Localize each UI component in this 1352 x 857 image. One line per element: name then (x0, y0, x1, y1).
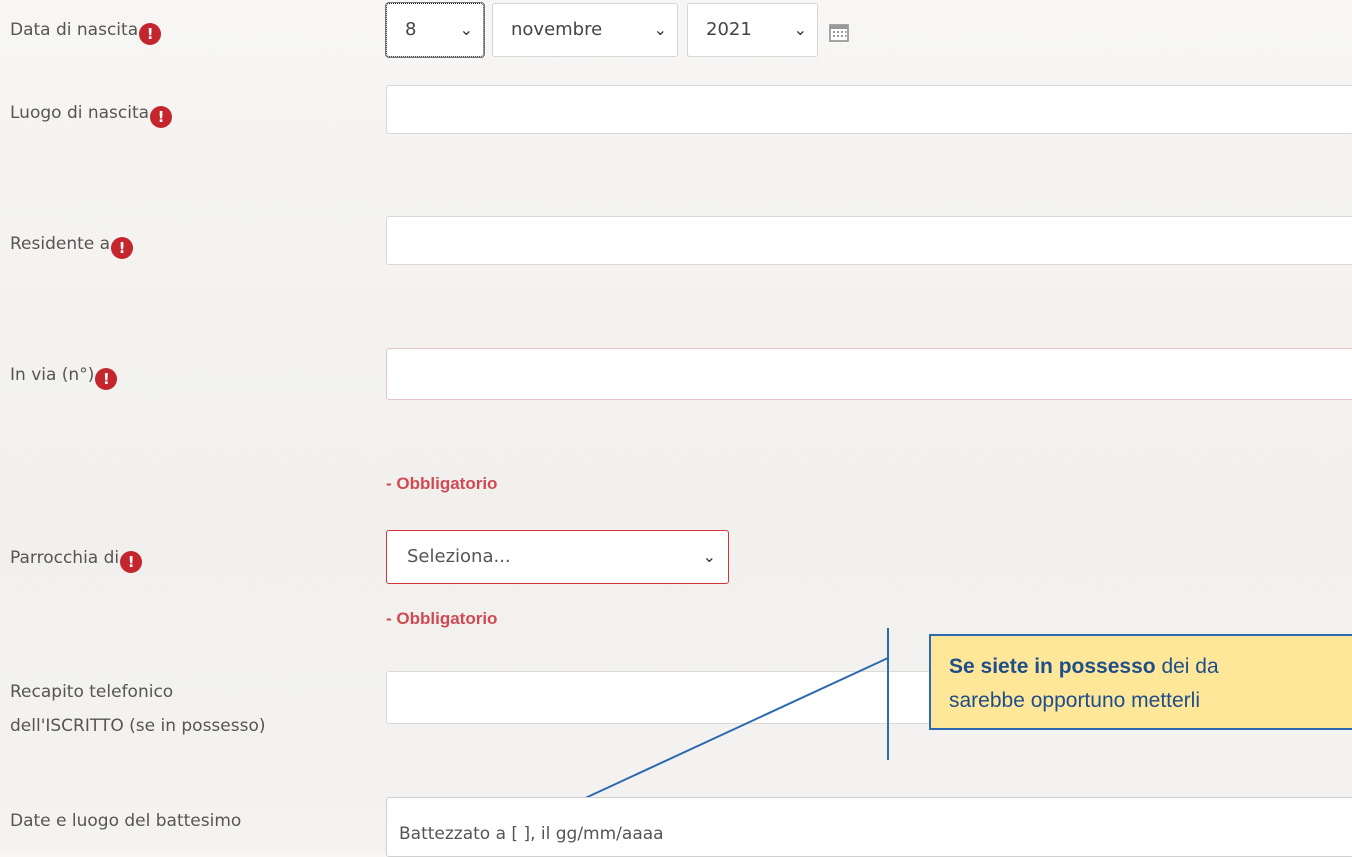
label-battesimo: Date e luogo del battesimo (10, 811, 242, 831)
callout-connector (580, 628, 889, 801)
battesimo-input[interactable]: Battezzato a [ ], il gg/mm/aaaa (386, 797, 1352, 857)
